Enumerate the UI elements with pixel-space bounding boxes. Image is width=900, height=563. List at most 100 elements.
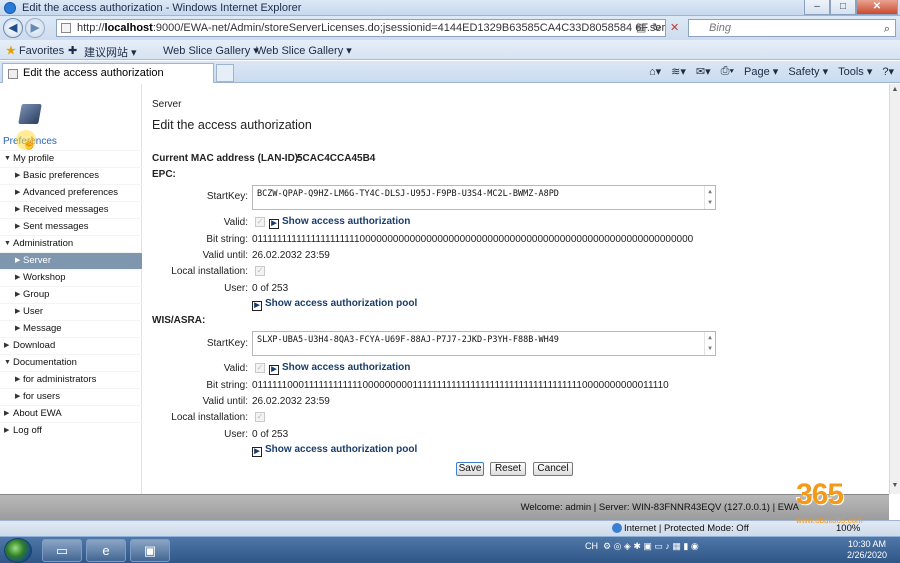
system-tray: CH ⚙ ◎ ◈ ✱ ▣ ▭ ♪ ▦ ▮ ◉ (585, 541, 699, 551)
sidebar-item-received-messages[interactable]: ▶ Received messages (0, 201, 142, 218)
stop-icon[interactable]: ✕ (670, 21, 679, 34)
chevron-right-icon: ▶ (15, 376, 21, 383)
favorites-button[interactable]: ★ Favorites (6, 44, 64, 57)
sidebar-item-workshop[interactable]: ▶ Workshop (0, 269, 142, 286)
wis-startkey-label: StartKey: (206, 338, 248, 349)
search-input[interactable]: Bing ⌕ (688, 19, 896, 37)
epc-show-pool-button[interactable]: ▶ Show access authorization pool (252, 298, 417, 311)
explorer-taskbar-icon[interactable]: ▭ (42, 539, 82, 562)
epc-local-installation-checkbox[interactable]: ✓ (255, 266, 265, 276)
sidebar-item-user[interactable]: ▶ User (0, 303, 142, 320)
home-icon[interactable]: ⌂▾ (649, 65, 661, 78)
section-title: Server (152, 99, 182, 110)
chevron-right-icon: ▶ (15, 291, 21, 298)
expand-arrow-icon: ▶ (252, 301, 262, 311)
sidebar-item-for-users[interactable]: ▶ for users (0, 388, 142, 405)
sidebar-item-basic-preferences[interactable]: ▶ Basic preferences (0, 167, 142, 184)
window-titlebar: Edit the access authorization - Windows … (0, 0, 900, 16)
sidebar-item-documentation[interactable]: ▼ Documentation (0, 354, 142, 371)
ie-taskbar-icon[interactable]: e (86, 539, 126, 562)
page-menu[interactable]: Page ▾ (744, 65, 778, 78)
new-tab-button[interactable] (216, 64, 234, 82)
wis-startkey-field[interactable]: SLXP-UBA5-U3H4-8QA3-FCYA-U69F-88AJ-P7J7-… (252, 331, 716, 356)
sidebar-item-group[interactable]: ▶ Group (0, 286, 142, 303)
tab-page-icon (8, 69, 18, 79)
print-icon[interactable]: ⎙▾ (721, 65, 734, 78)
expand-arrow-icon: ▶ (252, 447, 262, 457)
wis-show-pool-button[interactable]: ▶ Show access authorization pool (252, 444, 417, 457)
language-indicator[interactable]: CH (585, 541, 598, 551)
scroll-down-icon[interactable]: ▼ (890, 482, 900, 492)
wis-startkey-scrollbar[interactable]: ▲ ▼ (704, 332, 715, 355)
epc-valid-checkbox[interactable]: ✓ (255, 217, 265, 227)
compatibility-icon[interactable]: ▤ (636, 21, 646, 34)
star-icon: ★ (6, 45, 16, 57)
scroll-up-icon[interactable]: ▲ (890, 86, 900, 96)
sidebar-item-label: Advanced preferences (23, 187, 119, 198)
sidebar-item-message[interactable]: ▶ Message (0, 320, 142, 337)
sidebar-item-label: Administration (13, 238, 74, 249)
taskbar: ▭ e ▣ CH ⚙ ◎ ◈ ✱ ▣ ▭ ♪ ▦ ▮ ◉ 10:30 AM 2/… (0, 536, 900, 563)
sidebar-item-for-administrators[interactable]: ▶ for administrators (0, 371, 142, 388)
favorite-link-webslice[interactable]: Web Slice Gallery ▾ (163, 44, 259, 57)
search-icon[interactable]: ⌕ (884, 21, 890, 37)
ie-logo-icon (4, 2, 16, 14)
sidebar-item-label: for users (23, 391, 60, 402)
epc-show-authorization-button[interactable]: ▶ Show access authorization (269, 216, 410, 229)
epc-startkey-label: StartKey: (206, 191, 248, 202)
page-scrollbar[interactable]: ▲ ▼ (889, 84, 900, 494)
chevron-right-icon: ▶ (15, 308, 21, 315)
sidebar-item-download[interactable]: ▶ Download (0, 337, 142, 354)
chevron-down-icon: ▼ (4, 359, 11, 366)
wis-valid-until-value: 26.02.2032 23:59 (252, 396, 330, 407)
sidebar-item-sent-messages[interactable]: ▶ Sent messages (0, 218, 142, 235)
save-button[interactable]: Save (456, 462, 484, 476)
clock[interactable]: 10:30 AM 2/26/2020 (838, 539, 896, 561)
epc-valid-until-label: Valid until: (202, 250, 248, 261)
watermark-brand: 365 (796, 478, 844, 511)
minimize-button[interactable]: – (804, 0, 830, 15)
cancel-button[interactable]: Cancel (533, 462, 573, 476)
epc-startkey-field[interactable]: BCZW-QPAP-Q9HZ-LM6G-TY4C-DLSJ-U95J-F9PB-… (252, 185, 716, 210)
chevron-down-icon: ▼ (4, 240, 11, 247)
add-favorite-icon[interactable]: ✚ (68, 44, 77, 57)
ewa-status-bar: Welcome: admin | Server: WIN-83FNNR43EQV… (0, 494, 889, 520)
tools-menu[interactable]: Tools ▾ (838, 65, 872, 78)
tab-row: Edit the access authorization ⌂▾ ≋▾ ✉▾ ⎙… (0, 61, 900, 83)
close-window-button[interactable]: ✕ (856, 0, 898, 15)
browser-tab[interactable]: Edit the access authorization (2, 63, 214, 83)
chevron-down-icon: ▼ (4, 155, 11, 162)
refresh-icon[interactable]: ↻ (652, 21, 661, 34)
sidebar-item-server[interactable]: ▶ Server (0, 252, 142, 269)
epc-user-value: 0 of 253 (252, 283, 289, 294)
mac-value: 5CAC4CCA45B4 (297, 153, 376, 164)
sidebar-item-advanced-preferences[interactable]: ▶ Advanced preferences (0, 184, 142, 201)
start-button[interactable] (4, 538, 32, 563)
address-bar[interactable]: http://localhost:9000/EWA-net/Admin/stor… (56, 19, 666, 37)
reset-button[interactable]: Reset (490, 462, 526, 476)
safety-menu[interactable]: Safety ▾ (788, 65, 828, 78)
welcome-status-text: Welcome: admin | Server: WIN-83FNNR43EQV… (520, 502, 799, 513)
mail-icon[interactable]: ✉▾ (696, 65, 711, 78)
back-button[interactable]: ◀ (3, 18, 23, 38)
sidebar-item-my-profile[interactable]: ▼ My profile (0, 150, 142, 167)
help-icon[interactable]: ?▾ (882, 65, 894, 78)
wis-local-installation-checkbox[interactable]: ✓ (255, 412, 265, 422)
wis-valid-checkbox[interactable]: ✓ (255, 363, 265, 373)
sidebar-item-about-ewa[interactable]: ▶ About EWA (0, 405, 142, 422)
favorite-link-webslice-2[interactable]: Web Slice Gallery ▾ (256, 44, 352, 57)
sidebar-item-log-off[interactable]: ▶ Log off (0, 422, 142, 439)
feeds-icon[interactable]: ≋▾ (671, 65, 686, 78)
epc-startkey-scrollbar[interactable]: ▲ ▼ (704, 186, 715, 209)
app-taskbar-icon[interactable]: ▣ (130, 539, 170, 562)
sidebar-item-label: About EWA (13, 408, 62, 419)
maximize-button[interactable]: □ (830, 0, 856, 15)
forward-button[interactable]: ▶ (25, 18, 45, 38)
favorite-link-suggested[interactable]: 建议网站 ▾ (84, 44, 137, 60)
wis-show-authorization-button[interactable]: ▶ Show access authorization (269, 362, 410, 375)
page-title: Edit the access authorization (152, 118, 312, 132)
epc-user-label: User: (224, 283, 248, 294)
sidebar-item-label: Log off (13, 425, 42, 436)
wis-bitstring-value: 0111111000111111111111000000000111111111… (252, 380, 669, 391)
sidebar-item-administration[interactable]: ▼ Administration (0, 235, 142, 252)
